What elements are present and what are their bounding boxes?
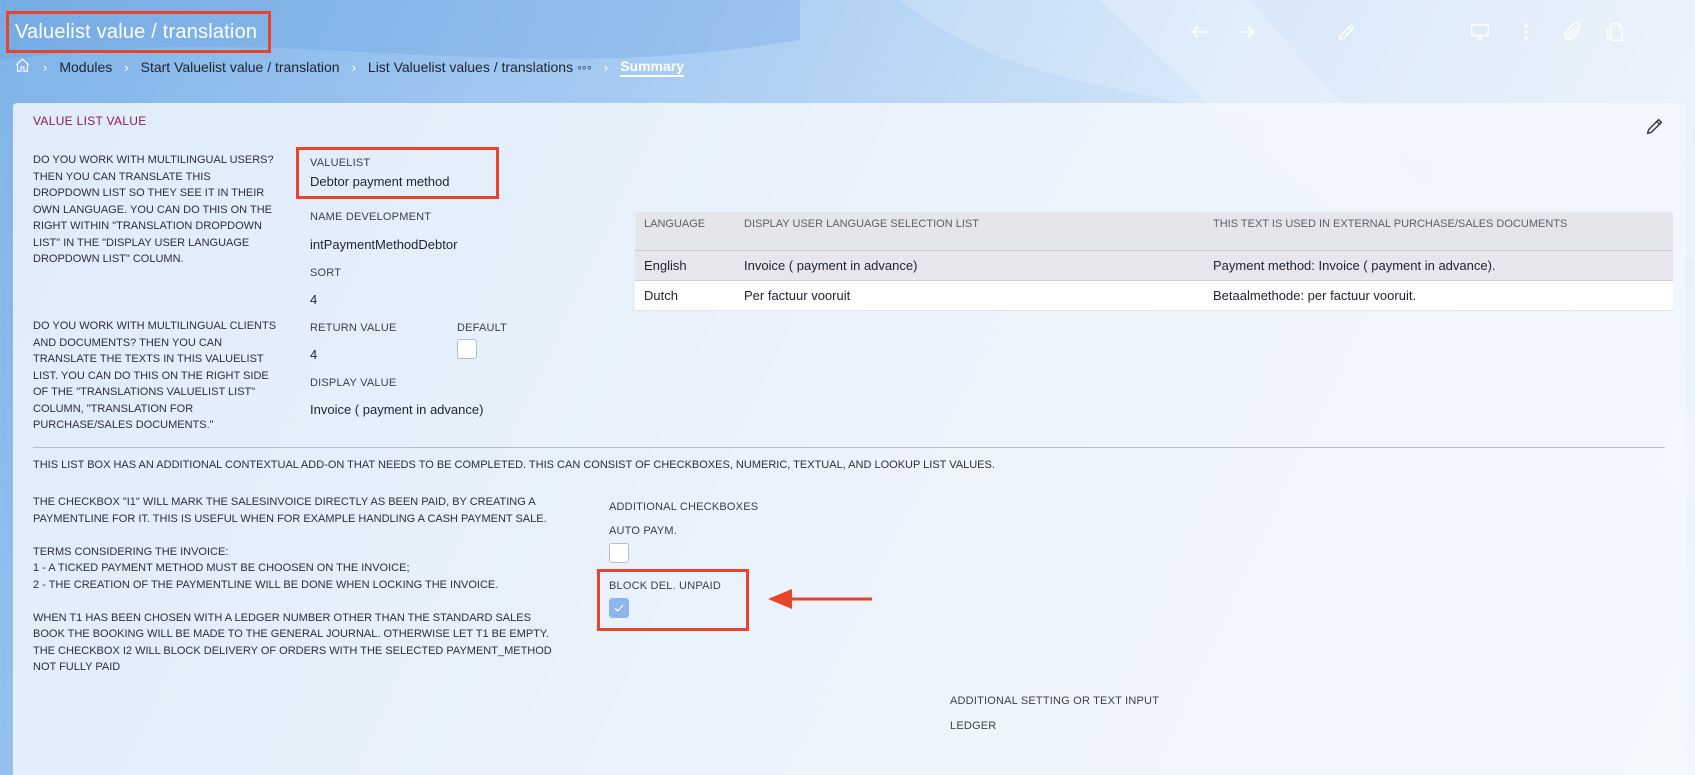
addon-intro: THIS LIST BOX HAS AN ADDITIONAL CONTEXTU… — [33, 459, 995, 471]
table-row[interactable]: Dutch Per factuur vooruit Betaalmethode:… — [635, 280, 1673, 311]
auto-paym-checkbox[interactable] — [609, 543, 629, 563]
display-value-value: Invoice ( payment in advance) — [310, 402, 484, 417]
arrow-left-icon[interactable] — [1186, 18, 1214, 46]
section-divider — [33, 447, 1665, 448]
help-multilingual-clients: DO YOU WORK WITH MULTILINGUAL CLIENTS AN… — [33, 320, 277, 431]
check-icon — [614, 604, 624, 612]
table-cell: English — [635, 250, 735, 281]
breadcrumb-current[interactable]: Summary — [620, 58, 685, 77]
sort-value: 4 — [310, 292, 318, 307]
additional-setting-label: ADDITIONAL SETTING OR TEXT INPUT — [950, 695, 1160, 707]
block-del-unpaid-checkbox[interactable] — [609, 598, 629, 618]
help-multilingual-users: DO YOU WORK WITH MULTILINGUAL USERS? THE… — [33, 154, 274, 265]
document-swap-icon[interactable] — [1601, 18, 1629, 46]
name-development-label: NAME DEVELOPMENT — [310, 211, 432, 223]
arrow-annotation-icon — [768, 589, 872, 609]
return-value-label: RETURN VALUE — [310, 322, 397, 334]
return-value-value: 4 — [310, 347, 318, 362]
breadcrumb-modules[interactable]: Modules — [59, 59, 112, 75]
more-vertical-icon[interactable] — [1512, 18, 1540, 46]
column-header-display-list[interactable]: DISPLAY USER LANGUAGE SELECTION LIST — [735, 212, 1204, 251]
chevron-right-icon: › — [351, 59, 356, 75]
breadcrumb: › Modules › Start Valuelist value / tran… — [14, 55, 685, 79]
addon-help: THE CHECKBOX "I1" WILL MARK THE SALESINV… — [33, 496, 552, 673]
chevron-right-icon: › — [124, 59, 129, 75]
panel-title: VALUE LIST VALUE — [33, 114, 147, 128]
table-cell: Invoice ( payment in advance) — [735, 250, 1204, 281]
default-label: DEFAULT — [457, 322, 508, 334]
chevron-right-icon: › — [603, 59, 609, 75]
block-del-unpaid-label: BLOCK DEL. UNPAID — [609, 580, 722, 592]
table-cell: Payment method: Invoice ( payment in adv… — [1204, 250, 1673, 281]
valuelist-value: Debtor payment method — [310, 174, 450, 189]
column-header-language[interactable]: LANGUAGE — [635, 212, 735, 251]
arrow-right-icon[interactable] — [1232, 18, 1260, 46]
ledger-label: LEDGER — [950, 720, 997, 732]
table-cell: Dutch — [635, 280, 735, 311]
column-header-external-documents[interactable]: THIS TEXT IS USED IN EXTERNAL PURCHASE/S… — [1204, 212, 1673, 251]
app-title: Valuelist value / translation — [6, 11, 271, 53]
edit-pencil-icon[interactable] — [1644, 115, 1668, 139]
home-icon[interactable] — [14, 57, 31, 77]
table-row[interactable]: English Invoice ( payment in advance) Pa… — [635, 250, 1673, 281]
pencil-icon[interactable] — [1333, 18, 1361, 46]
valuelist-highlight — [296, 147, 499, 199]
valuelist-label: VALUELIST — [310, 157, 371, 169]
monitor-icon[interactable] — [1466, 18, 1494, 46]
display-value-label: DISPLAY VALUE — [310, 377, 397, 389]
breadcrumb-start-valuelist[interactable]: Start Valuelist value / translation — [141, 59, 340, 75]
auto-paym-label: AUTO PAYM. — [609, 525, 678, 537]
table-cell: Per factuur vooruit — [735, 280, 1204, 311]
paperclip-icon[interactable] — [1558, 18, 1586, 46]
additional-checkboxes-label: ADDITIONAL CHECKBOXES — [609, 501, 759, 513]
default-checkbox[interactable] — [457, 339, 477, 359]
table-cell: Betaalmethode: per factuur vooruit. — [1204, 280, 1673, 311]
chevron-right-icon: › — [43, 59, 48, 75]
breadcrumb-list-valuelist[interactable]: List Valuelist values / translations ◦◦◦ — [368, 59, 592, 75]
sort-label: SORT — [310, 267, 342, 279]
name-development-value: intPaymentMethodDebtor — [310, 237, 458, 252]
translations-table: LANGUAGE DISPLAY USER LANGUAGE SELECTION… — [635, 212, 1673, 311]
